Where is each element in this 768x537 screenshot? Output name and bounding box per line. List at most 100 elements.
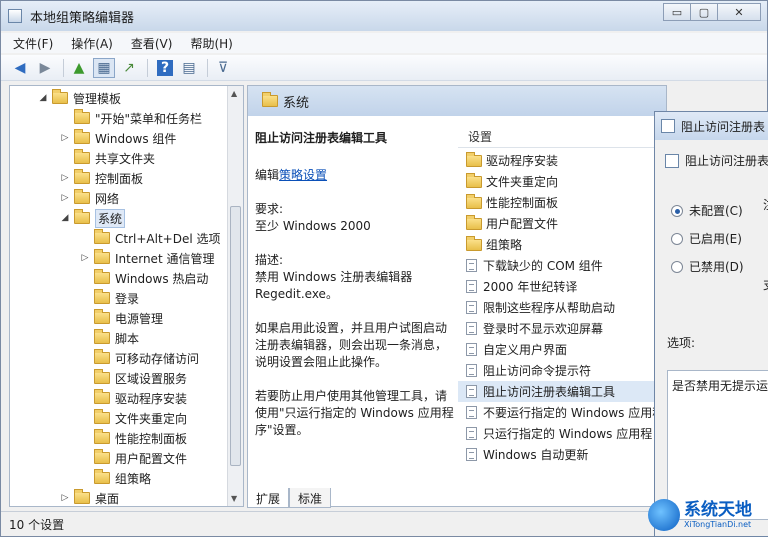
up-folder-icon[interactable]: ▲ [68, 58, 90, 78]
tree-node[interactable]: 组策略 [80, 468, 151, 488]
radio-enabled[interactable]: 已启用(E) [671, 230, 742, 247]
tree-node[interactable]: 用户配置文件 [80, 448, 187, 468]
tree-node[interactable]: 文件夹重定向 [80, 408, 187, 428]
folder-icon [74, 149, 90, 164]
tree-node-label: 网络 [95, 191, 120, 206]
expand-arrow-icon[interactable]: ▷ [60, 193, 70, 203]
policy-item[interactable]: Windows 自动更新 [458, 444, 666, 465]
tree-node[interactable]: 共享文件夹 [60, 148, 155, 168]
tab-standard[interactable]: 标准 [289, 488, 332, 508]
expanded-arrow-icon[interactable]: ◢ [38, 93, 48, 103]
tree-node-label: 管理模板 [73, 91, 122, 106]
window-controls: ▭ ▢ ✕ [663, 3, 761, 21]
policy-item[interactable]: 登录时不显示欢迎屏幕 [458, 318, 666, 339]
list-item-label: 用户配置文件 [486, 217, 559, 231]
minimize-button[interactable]: ▭ [663, 3, 691, 21]
policy-item[interactable]: 阻止访问命令提示符 [458, 360, 666, 381]
tree-node[interactable]: 区域设置服务 [80, 368, 187, 388]
pane-header-title: 系统 [283, 95, 310, 111]
tree-node[interactable]: 驱动程序安装 [80, 388, 187, 408]
policy-icon [466, 448, 477, 461]
edit-policy-link[interactable]: 策略设置 [279, 168, 327, 182]
toolbar-divider [207, 58, 208, 77]
back-arrow-icon[interactable]: ◀ [9, 58, 31, 78]
policy-icon [466, 322, 477, 335]
list-item-label: 阻止访问命令提示符 [483, 364, 592, 378]
radio-circle-icon[interactable] [671, 232, 683, 245]
menu-action[interactable]: 操作(A) [71, 35, 113, 52]
settings-folder-item[interactable]: 文件夹重定向 [458, 171, 666, 192]
help-icon[interactable]: ? [157, 59, 173, 76]
tree-node[interactable]: ▷ 控制面板 [60, 168, 143, 188]
expand-arrow-icon[interactable]: ▷ [60, 493, 70, 503]
menu-file[interactable]: 文件(F) [13, 35, 53, 52]
policy-item[interactable]: 限制这些程序从帮助启动 [458, 297, 666, 318]
tree-node[interactable]: Ctrl+Alt+Del 选项 [80, 228, 220, 248]
folder-icon [74, 129, 90, 144]
tree-node-label: 区域设置服务 [115, 371, 188, 386]
tab-extended[interactable]: 扩展 [247, 488, 290, 508]
settings-column-header[interactable]: 设置 [458, 126, 666, 148]
tree-node[interactable]: 登录 [80, 288, 139, 308]
tree-node[interactable]: 性能控制面板 [80, 428, 187, 448]
policy-tree[interactable]: ▲ ▼ ◢ 管理模板 "开始"菜单和任务栏 ▷ Windows 组件 共享文件夹 ▷ 控制面板… [9, 85, 244, 507]
close-button[interactable]: ✕ [717, 3, 761, 21]
tree-node[interactable]: 可移动存储访问 [80, 348, 199, 368]
list-item-label: 驱动程序安装 [486, 154, 559, 168]
tree-node[interactable]: ▷ Internet 通信管理 [80, 248, 214, 268]
tree-node[interactable]: ◢ 管理模板 [38, 88, 121, 108]
folder-icon [94, 369, 110, 384]
tree-node[interactable]: "开始"菜单和任务栏 [60, 108, 202, 128]
tree-scrollbar[interactable]: ▲ ▼ [227, 86, 243, 506]
folder-icon [52, 89, 68, 104]
scroll-up-icon[interactable]: ▲ [231, 89, 237, 98]
filter-icon[interactable]: ⊽ [212, 58, 234, 78]
scroll-down-icon[interactable]: ▼ [231, 494, 237, 503]
properties-icon[interactable]: ▤ [178, 58, 200, 78]
menu-view[interactable]: 查看(V) [131, 35, 173, 52]
tree-node[interactable]: Windows 热启动 [80, 268, 208, 288]
maximize-button[interactable]: ▢ [690, 3, 718, 21]
tree-node[interactable]: ▷ 网络 [60, 188, 119, 208]
expand-arrow-icon[interactable]: ▷ [60, 133, 70, 143]
policy-item[interactable]: 阻止访问注册表编辑工具 [458, 381, 666, 402]
folder-icon [94, 289, 110, 304]
expand-arrow-icon[interactable]: ▷ [60, 173, 70, 183]
radio-circle-icon[interactable] [671, 260, 683, 273]
dialog-title-bar[interactable]: 阻止访问注册表 [655, 112, 768, 140]
tree-node-label: 性能控制面板 [115, 431, 188, 446]
forward-arrow-icon[interactable]: ▶ [34, 58, 56, 78]
tree-node[interactable]: 电源管理 [80, 308, 163, 328]
policy-item[interactable]: 自定义用户界面 [458, 339, 666, 360]
show-tree-icon[interactable]: ▦ [93, 57, 115, 78]
title-bar[interactable]: 本地组策略编辑器 ▭ ▢ ✕ [1, 1, 767, 31]
settings-folder-item[interactable]: 用户配置文件 [458, 213, 666, 234]
radio-not-configured[interactable]: 未配置(C) [671, 202, 743, 219]
settings-folder-item[interactable]: 驱动程序安装 [458, 150, 666, 171]
menu-help[interactable]: 帮助(H) [190, 35, 232, 52]
scroll-thumb[interactable] [230, 206, 241, 466]
tree-node[interactable]: 脚本 [80, 328, 139, 348]
menu-bar: 文件(F) 操作(A) 查看(V) 帮助(H) [1, 33, 767, 53]
settings-folder-item[interactable]: 组策略 [458, 234, 666, 255]
expand-arrow-icon[interactable]: ▷ [80, 253, 90, 263]
radio-not-configured-label: 未配置(C) [689, 204, 743, 218]
radio-disabled[interactable]: 已禁用(D) [671, 258, 744, 275]
tree-node[interactable]: ◢ 系统 [60, 208, 126, 228]
tree-node-label: 系统 [95, 208, 126, 228]
list-item-label: 性能控制面板 [486, 196, 559, 210]
description-title: 阻止访问注册表编辑工具 [255, 131, 388, 145]
tree-node[interactable]: ▷ Windows 组件 [60, 128, 176, 148]
settings-folder-item[interactable]: 性能控制面板 [458, 192, 666, 213]
list-item-label: Windows 自动更新 [483, 448, 589, 462]
radio-circle-icon[interactable] [671, 204, 683, 217]
export-list-icon[interactable]: ↗ [118, 58, 140, 78]
policy-item[interactable]: 2000 年世纪转译 [458, 276, 666, 297]
folder-icon [74, 209, 90, 224]
policy-item[interactable]: 下载缺少的 COM 组件 [458, 255, 666, 276]
tree-node[interactable]: ▷ 桌面 [60, 488, 119, 506]
policy-item[interactable]: 只运行指定的 Windows 应用程 [458, 423, 666, 444]
expanded-arrow-icon[interactable]: ◢ [60, 213, 70, 223]
policy-item[interactable]: 不要运行指定的 Windows 应用程 [458, 402, 666, 423]
list-item-label: 阻止访问注册表编辑工具 [483, 385, 616, 399]
